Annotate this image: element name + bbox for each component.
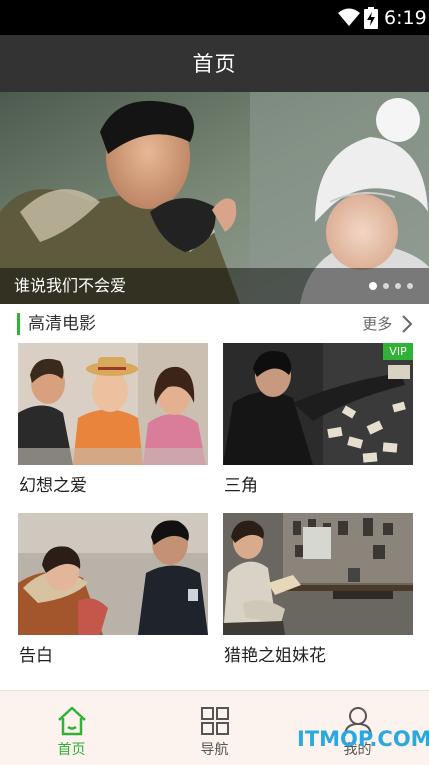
movie-card[interactable]: 幻想之爱 xyxy=(18,343,208,496)
chevron-right-icon xyxy=(402,315,413,333)
section-header: 高清电影 更多 xyxy=(0,308,429,340)
poster-image xyxy=(18,513,208,635)
movie-poster[interactable] xyxy=(18,343,208,465)
nav-item-home[interactable]: 首页 xyxy=(0,691,143,765)
banner-caption-bar: 谁说我们不会爱 xyxy=(0,268,429,304)
carousel-indicators xyxy=(363,282,413,291)
poster-image xyxy=(223,513,413,635)
movie-title[interactable]: 幻想之爱 xyxy=(19,475,87,497)
movie-card[interactable]: 告白 xyxy=(18,513,208,666)
page-title: 首页 xyxy=(192,52,237,76)
poster-image xyxy=(223,343,413,465)
movie-card[interactable]: 猎艳之姐妹花 xyxy=(223,513,413,666)
movie-title[interactable]: 三角 xyxy=(224,475,258,497)
battery-charging-icon xyxy=(364,7,378,29)
section-title: 高清电影 xyxy=(28,314,96,334)
movie-poster[interactable]: VIP xyxy=(223,343,413,465)
wifi-icon xyxy=(338,8,360,26)
more-link[interactable]: 更多 xyxy=(362,312,413,336)
app-header: 首页 xyxy=(0,35,429,92)
more-label: 更多 xyxy=(362,315,393,333)
vip-badge: VIP xyxy=(383,343,413,360)
nav-label-guide: 导航 xyxy=(200,742,229,758)
movie-poster[interactable] xyxy=(18,513,208,635)
nav-item-guide[interactable]: 导航 xyxy=(143,691,286,765)
home-icon xyxy=(58,706,86,736)
movie-poster[interactable] xyxy=(223,513,413,635)
movie-card[interactable]: VIP 三角 xyxy=(223,343,413,496)
section-accent-bar xyxy=(17,313,20,335)
carousel-dot[interactable] xyxy=(395,283,401,289)
movie-title[interactable]: 告白 xyxy=(19,645,53,667)
grid-icon xyxy=(201,707,229,735)
movie-title[interactable]: 猎艳之姐妹花 xyxy=(224,645,326,667)
status-time: 6:19 xyxy=(384,7,427,29)
banner-carousel[interactable]: 谁说我们不会爱 xyxy=(0,92,429,304)
nav-label-home: 首页 xyxy=(57,742,86,758)
carousel-dot[interactable] xyxy=(407,283,413,289)
banner-caption: 谁说我们不会爱 xyxy=(14,276,127,295)
poster-image xyxy=(18,343,208,465)
status-bar: 6:19 xyxy=(0,0,429,35)
carousel-dot-active[interactable] xyxy=(369,282,377,290)
carousel-dot[interactable] xyxy=(383,283,389,289)
watermark: ITMOP.COM xyxy=(297,727,429,751)
